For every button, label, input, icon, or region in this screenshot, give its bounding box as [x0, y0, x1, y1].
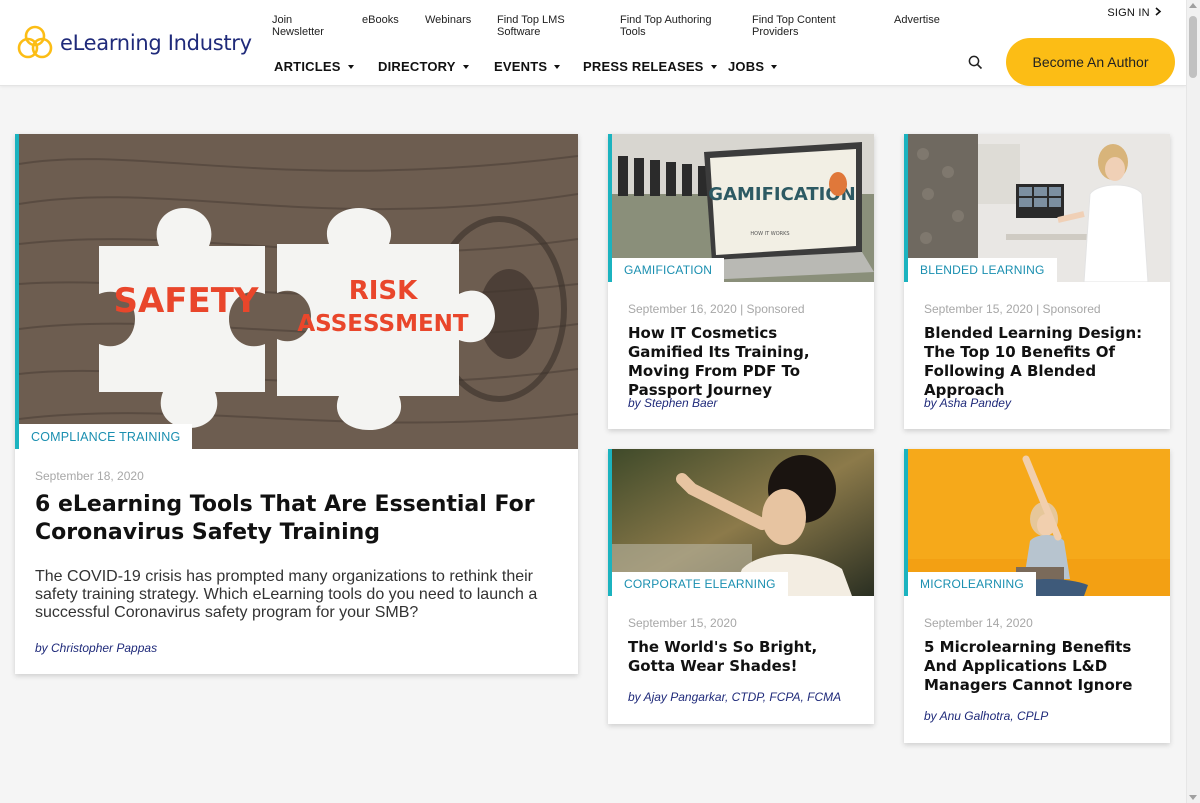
caret-down-icon: [710, 64, 717, 69]
featured-article-card[interactable]: SAFETY RISK ASSESSMENT COMPLIANCE TRAINI…: [15, 134, 578, 674]
article-card[interactable]: CORPORATE ELEARNING September 15, 2020 T…: [608, 449, 874, 724]
become-author-button[interactable]: Become An Author: [1006, 38, 1175, 86]
page-scrollbar[interactable]: [1186, 0, 1200, 803]
article-author[interactable]: by Christopher Pappas: [35, 641, 157, 655]
toplink-webinars[interactable]: Webinars: [425, 14, 471, 26]
toplink-ebooks[interactable]: eBooks: [362, 14, 399, 26]
article-meta: September 16, 2020 | Sponsored: [628, 302, 805, 316]
article-meta: September 15, 2020 | Sponsored: [924, 302, 1101, 316]
image-text-assessment: ASSESSMENT: [297, 311, 469, 337]
category-badge[interactable]: MICROLEARNING: [908, 572, 1036, 596]
scroll-down-arrow-icon[interactable]: [1189, 795, 1197, 800]
logo-text: eLearning Industry: [60, 31, 252, 55]
article-image[interactable]: MICROLEARNING: [904, 449, 1170, 596]
caret-down-icon: [347, 64, 354, 69]
article-author[interactable]: by Ajay Pangarkar, CTDP, FCPA, FCMA: [628, 690, 841, 704]
article-author[interactable]: by Stephen Baer: [628, 396, 717, 410]
featured-article-image[interactable]: SAFETY RISK ASSESSMENT COMPLIANCE TRAINI…: [15, 134, 578, 449]
article-excerpt: The COVID-19 crisis has prompted many or…: [35, 568, 538, 621]
toplink-authoring[interactable]: Find Top Authoring Tools: [620, 14, 732, 38]
category-badge[interactable]: COMPLIANCE TRAINING: [19, 424, 193, 449]
category-badge[interactable]: BLENDED LEARNING: [908, 258, 1057, 282]
article-card[interactable]: MICROLEARNING September 14, 2020 5 Micro…: [904, 449, 1170, 743]
logo-icon: [17, 25, 53, 59]
toplink-advertise[interactable]: Advertise: [894, 14, 940, 26]
category-badge[interactable]: CORPORATE ELEARNING: [612, 572, 788, 596]
nav-directory[interactable]: DIRECTORY: [378, 59, 469, 74]
nav-articles-label: ARTICLES: [274, 59, 341, 74]
caret-down-icon: [554, 64, 561, 69]
article-card[interactable]: BLENDED LEARNING September 15, 2020 | Sp…: [904, 134, 1170, 429]
article-author[interactable]: by Anu Galhotra, CPLP: [924, 709, 1048, 723]
toplink-lms[interactable]: Find Top LMS Software: [497, 14, 592, 38]
site-logo[interactable]: eLearning Industry: [14, 22, 252, 64]
article-image[interactable]: BLENDED LEARNING: [904, 134, 1170, 282]
nav-directory-label: DIRECTORY: [378, 59, 456, 74]
nav-jobs[interactable]: JOBS: [728, 59, 778, 74]
image-text-risk: RISK: [349, 276, 418, 306]
nav-press-releases-label: PRESS RELEASES: [583, 59, 704, 74]
scrollbar-thumb[interactable]: [1189, 16, 1197, 78]
caret-down-icon: [462, 64, 469, 69]
article-date: September 18, 2020: [35, 469, 144, 483]
article-title[interactable]: Blended Learning Design: The Top 10 Bene…: [924, 324, 1152, 400]
nav-articles[interactable]: ARTICLES: [274, 59, 354, 74]
search-button[interactable]: [968, 55, 983, 75]
article-meta: September 14, 2020: [924, 616, 1033, 630]
toplink-join-newsletter[interactable]: Join Newsletter: [272, 14, 342, 38]
article-author[interactable]: by Asha Pandey: [924, 396, 1011, 410]
article-title[interactable]: 6 eLearning Tools That Are Essential For…: [35, 491, 548, 547]
nav-events-label: EVENTS: [494, 59, 548, 74]
chevron-right-icon: [1155, 7, 1162, 16]
article-card[interactable]: GAMIFICATION HOW IT WORKS GAMIFICATION S…: [608, 134, 874, 429]
sign-in-link[interactable]: SIGN IN: [1107, 7, 1162, 19]
article-title[interactable]: 5 Microlearning Benefits And Application…: [924, 638, 1152, 695]
article-meta: September 15, 2020: [628, 616, 737, 630]
toplink-content-providers[interactable]: Find Top Content Providers: [752, 14, 872, 38]
caret-down-icon: [771, 64, 778, 69]
nav-events[interactable]: EVENTS: [494, 59, 561, 74]
nav-press-releases[interactable]: PRESS RELEASES: [583, 59, 717, 74]
category-badge[interactable]: GAMIFICATION: [612, 258, 725, 282]
sign-in-label: SIGN IN: [1107, 7, 1150, 19]
image-text-safety: SAFETY: [113, 281, 258, 321]
site-header: eLearning Industry Join Newsletter eBook…: [0, 0, 1186, 86]
puzzle-pieces-image: SAFETY RISK ASSESSMENT: [19, 134, 578, 449]
nav-jobs-label: JOBS: [728, 59, 765, 74]
article-title[interactable]: The World's So Bright, Gotta Wear Shades…: [628, 638, 856, 676]
article-title[interactable]: How IT Cosmetics Gamified Its Training, …: [628, 324, 856, 400]
search-icon: [968, 55, 983, 70]
image-text-how-it-works: HOW IT WORKS: [750, 231, 789, 237]
article-image[interactable]: GAMIFICATION HOW IT WORKS GAMIFICATION: [608, 134, 874, 282]
article-image[interactable]: CORPORATE ELEARNING: [608, 449, 874, 596]
scroll-up-arrow-icon[interactable]: [1189, 3, 1197, 8]
